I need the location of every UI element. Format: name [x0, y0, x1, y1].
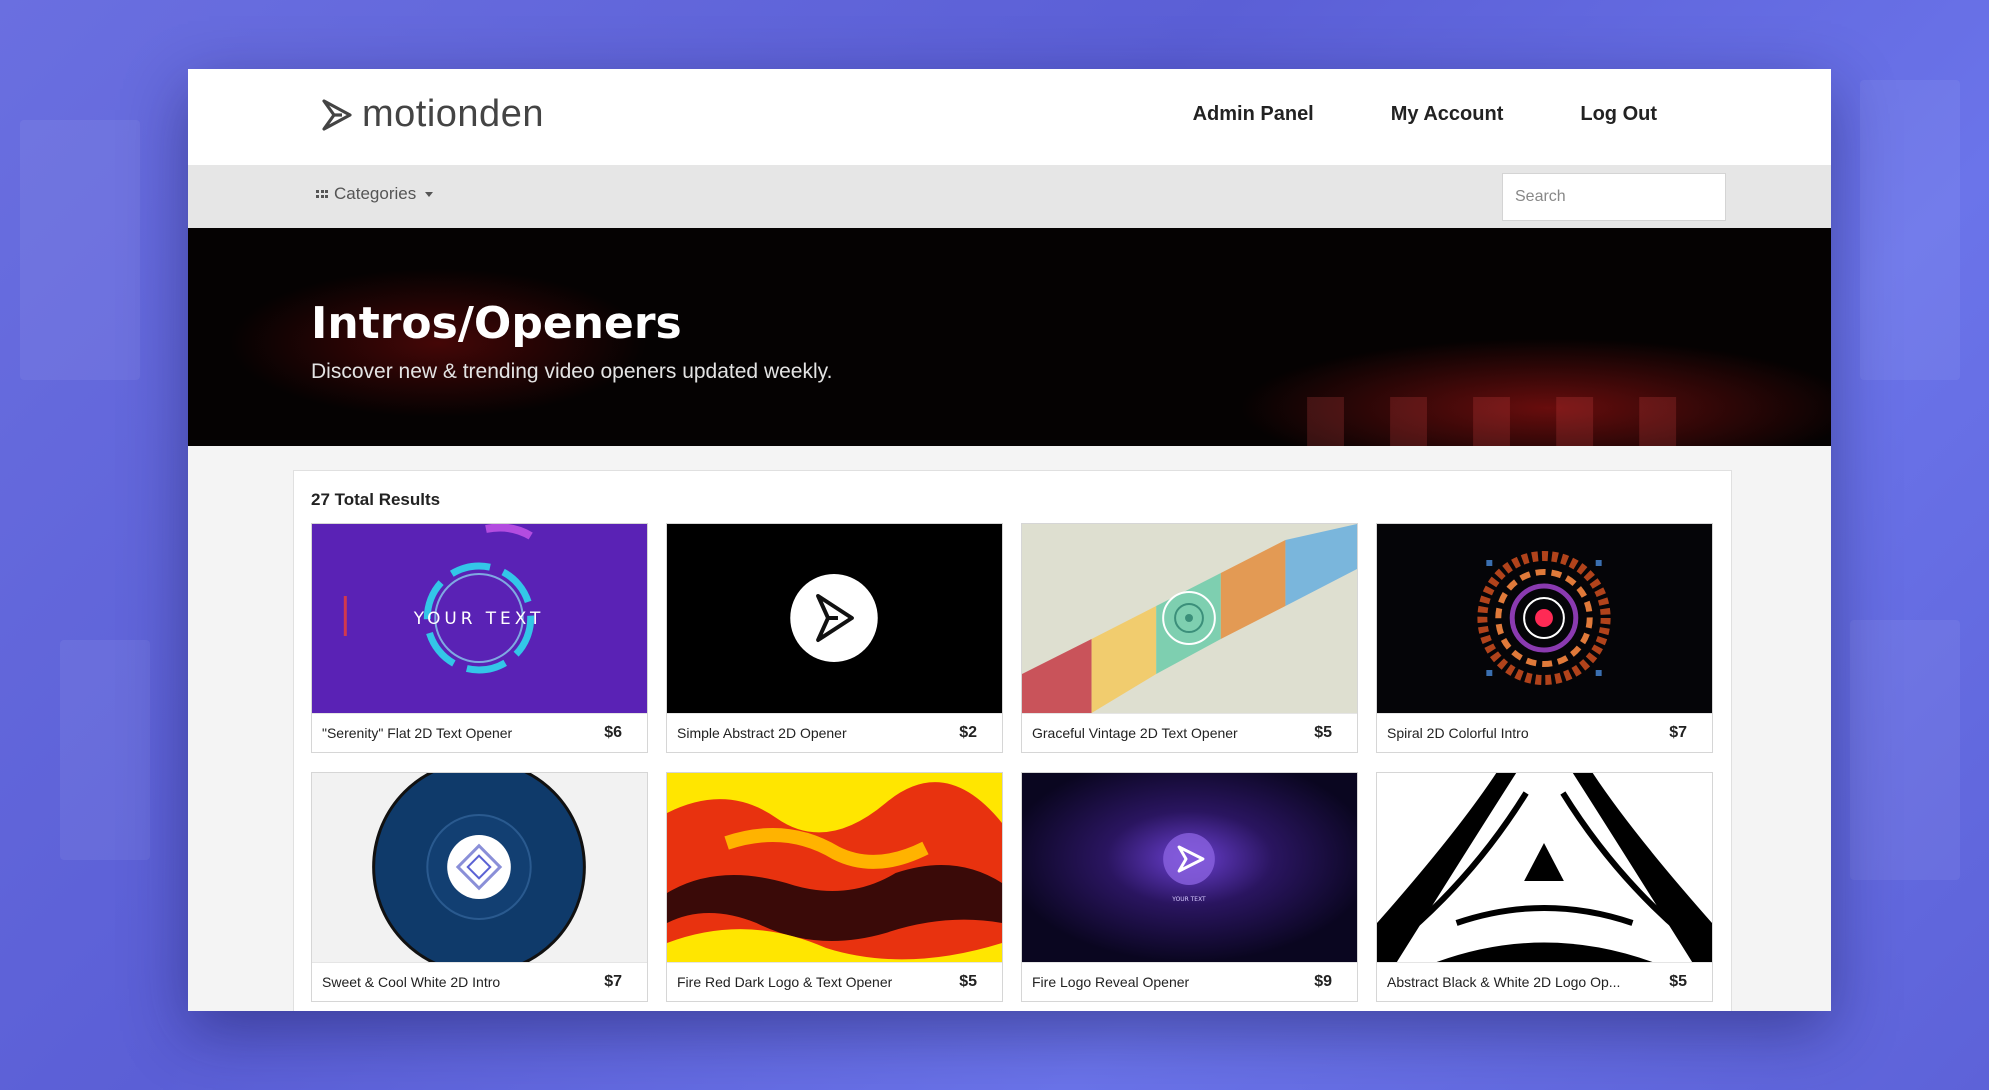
product-card[interactable]: Spiral 2D Colorful Intro $7 [1376, 523, 1713, 753]
nav-admin-panel[interactable]: Admin Panel [1193, 103, 1314, 126]
product-thumbnail[interactable]: YOUR TEXT [1022, 773, 1357, 962]
product-meta: "Serenity" Flat 2D Text Opener $6 [312, 713, 647, 752]
top-navbar: motionden Admin Panel My Account Log Out [188, 69, 1831, 165]
black-white-thumbnail-graphic [1377, 773, 1712, 962]
categories-dropdown[interactable]: Categories [316, 184, 434, 204]
product-thumbnail[interactable]: YOUR TEXT [312, 524, 647, 713]
product-card[interactable]: Abstract Black & White 2D Logo Op... $5 [1376, 772, 1713, 1002]
background-decoration [60, 640, 150, 860]
product-thumbnail[interactable] [1377, 524, 1712, 713]
results-count: 27 Total Results [311, 490, 441, 509]
product-title: Abstract Black & White 2D Logo Op... [1387, 974, 1621, 990]
sweet-cool-thumbnail-graphic [312, 773, 647, 962]
product-thumbnail[interactable] [667, 524, 1002, 713]
product-price: $2 [959, 724, 977, 741]
browser-window: motionden Admin Panel My Account Log Out… [188, 69, 1831, 1011]
product-price: $7 [604, 973, 622, 990]
product-card[interactable]: Graceful Vintage 2D Text Opener $5 [1021, 523, 1358, 753]
fire-logo-thumbnail-graphic: YOUR TEXT [1022, 773, 1357, 962]
product-title: Spiral 2D Colorful Intro [1387, 725, 1529, 741]
nav-log-out[interactable]: Log Out [1580, 103, 1657, 126]
serenity-thumbnail-graphic: YOUR TEXT [312, 524, 647, 713]
page-title: Intros/Openers [311, 298, 682, 349]
product-meta: Graceful Vintage 2D Text Opener $5 [1022, 713, 1357, 752]
product-meta: Fire Logo Reveal Opener $9 [1022, 962, 1357, 1001]
product-price: $7 [1669, 724, 1687, 741]
thumbnail-text: YOUR TEXT [1171, 896, 1206, 903]
background-decoration [1850, 620, 1960, 880]
product-price: $9 [1314, 973, 1332, 990]
product-title: Graceful Vintage 2D Text Opener [1032, 725, 1238, 741]
background-decoration [20, 120, 140, 380]
product-thumbnail[interactable] [312, 773, 647, 962]
product-meta: Spiral 2D Colorful Intro $7 [1377, 713, 1712, 752]
product-card[interactable]: YOUR TEXT "Serenity" Flat 2D Text Opener… [311, 523, 648, 753]
product-thumbnail[interactable] [1022, 524, 1357, 713]
page-subtitle: Discover new & trending video openers up… [311, 360, 833, 383]
fire-red-thumbnail-graphic [667, 773, 1002, 962]
product-meta: Abstract Black & White 2D Logo Op... $5 [1377, 962, 1712, 1001]
product-thumbnail[interactable] [1377, 773, 1712, 962]
product-title: Simple Abstract 2D Opener [677, 725, 847, 741]
search-input[interactable] [1515, 188, 1722, 206]
thumbnail-text: YOUR TEXT [413, 608, 545, 628]
product-meta: Fire Red Dark Logo & Text Opener $5 [667, 962, 1002, 1001]
grid-icon [316, 190, 328, 198]
main-nav: Admin Panel My Account Log Out [1193, 103, 1657, 126]
spiral-thumbnail-graphic [1377, 524, 1712, 713]
product-meta: Simple Abstract 2D Opener $2 [667, 713, 1002, 752]
product-price: $5 [1314, 724, 1332, 741]
product-card[interactable]: Sweet & Cool White 2D Intro $7 [311, 772, 648, 1002]
product-title: "Serenity" Flat 2D Text Opener [322, 725, 513, 741]
product-thumbnail[interactable] [667, 773, 1002, 962]
hero-banner: ▮▮▮▮▮ Intros/Openers Discover new & tren… [188, 228, 1831, 446]
product-grid: YOUR TEXT "Serenity" Flat 2D Text Opener… [311, 523, 1715, 1002]
product-card[interactable]: Fire Red Dark Logo & Text Opener $5 [666, 772, 1003, 1002]
category-search-bar: Categories [188, 165, 1831, 228]
search-box [1502, 173, 1726, 221]
brand-name: motionden [362, 93, 544, 135]
hero-background-graphic: ▮▮▮▮▮ [1298, 368, 1714, 446]
brand-logo[interactable]: motionden [320, 93, 544, 136]
categories-label: Categories [334, 184, 417, 203]
product-meta: Sweet & Cool White 2D Intro $7 [312, 962, 647, 1001]
product-price: $5 [959, 973, 977, 990]
abstract-thumbnail-graphic [667, 524, 1002, 713]
product-title: Fire Red Dark Logo & Text Opener [677, 974, 893, 990]
product-title: Sweet & Cool White 2D Intro [322, 974, 501, 990]
product-price: $6 [604, 724, 622, 741]
results-panel: 27 Total Results YOUR TEXT "Serenity" Fl… [293, 470, 1732, 1011]
nav-my-account[interactable]: My Account [1391, 103, 1504, 126]
background-decoration [1860, 80, 1960, 380]
motionden-logo-icon [322, 98, 352, 131]
vintage-thumbnail-graphic [1022, 524, 1357, 713]
caret-down-icon [425, 191, 434, 197]
product-title: Fire Logo Reveal Opener [1032, 974, 1190, 990]
product-card[interactable]: YOUR TEXT Fire Logo Reveal Opener $9 [1021, 772, 1358, 1002]
product-card[interactable]: Simple Abstract 2D Opener $2 [666, 523, 1003, 753]
product-price: $5 [1669, 973, 1687, 990]
